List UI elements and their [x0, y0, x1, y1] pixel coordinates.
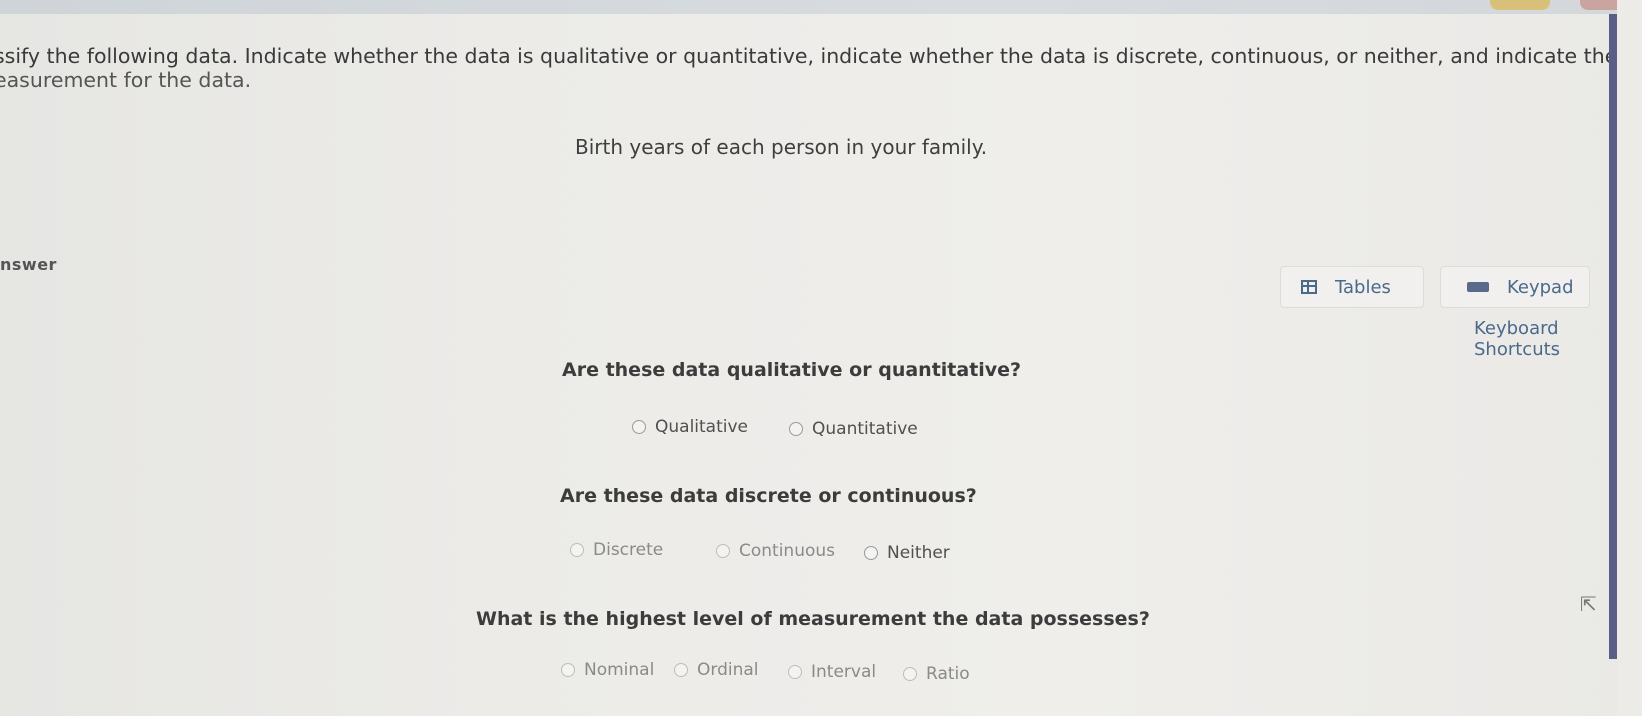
question-3-text: What is the highest level of measurement…: [476, 608, 1150, 630]
radio-button[interactable]: [674, 663, 688, 677]
radio-button[interactable]: [632, 420, 646, 434]
data-prompt: Birth years of each person in your famil…: [575, 135, 988, 159]
option-quantitative[interactable]: Quantitative: [789, 419, 918, 439]
radio-button[interactable]: [789, 422, 803, 436]
option-label: Ordinal: [697, 660, 759, 680]
keypad-icon: [1467, 282, 1489, 292]
option-label: Discrete: [593, 540, 664, 560]
option-continuous[interactable]: Continuous: [716, 541, 835, 561]
tables-label: Tables: [1335, 276, 1391, 298]
answer-label: nswer: [0, 255, 57, 274]
question-instructions: ssify the following data. Indicate wheth…: [0, 44, 1642, 92]
option-ratio[interactable]: Ratio: [903, 664, 970, 684]
radio-button[interactable]: [716, 544, 730, 558]
option-label: Nominal: [584, 660, 655, 680]
radio-button[interactable]: [864, 546, 878, 560]
radio-button[interactable]: [561, 663, 575, 677]
tables-button[interactable]: Tables: [1280, 266, 1424, 308]
option-interval[interactable]: Interval: [788, 662, 876, 682]
keypad-label: Keypad: [1507, 276, 1574, 298]
question-1-text: Are these data qualitative or quantitati…: [562, 359, 1022, 381]
option-label: Qualitative: [655, 417, 749, 437]
option-ordinal[interactable]: Ordinal: [674, 660, 759, 680]
option-label: Interval: [811, 662, 877, 682]
keypad-button[interactable]: Keypad: [1440, 266, 1590, 308]
option-discrete[interactable]: Discrete: [570, 540, 663, 560]
side-scroll-bar[interactable]: [1609, 14, 1617, 659]
right-edge-panel: [1617, 0, 1642, 716]
option-nominal[interactable]: Nominal: [561, 660, 654, 680]
radio-button[interactable]: [903, 667, 917, 681]
instructions-line-2: easurement for the data.: [0, 68, 252, 92]
option-label: Continuous: [739, 541, 836, 561]
option-qualitative[interactable]: Qualitative: [632, 417, 748, 437]
table-icon: [1301, 280, 1317, 294]
mouse-cursor-icon: ⇱: [1580, 592, 1597, 616]
question-2-text: Are these data discrete or continuous?: [560, 485, 977, 507]
browser-top-strip: [0, 0, 1642, 14]
instructions-line-1: ssify the following data. Indicate wheth…: [0, 44, 1642, 68]
option-label: Neither: [887, 543, 950, 563]
option-label: Quantitative: [812, 419, 918, 439]
top-accent-shape: [1490, 0, 1550, 10]
radio-button[interactable]: [788, 665, 802, 679]
radio-button[interactable]: [570, 543, 584, 557]
option-neither[interactable]: Neither: [864, 543, 950, 563]
option-label: Ratio: [926, 664, 970, 684]
